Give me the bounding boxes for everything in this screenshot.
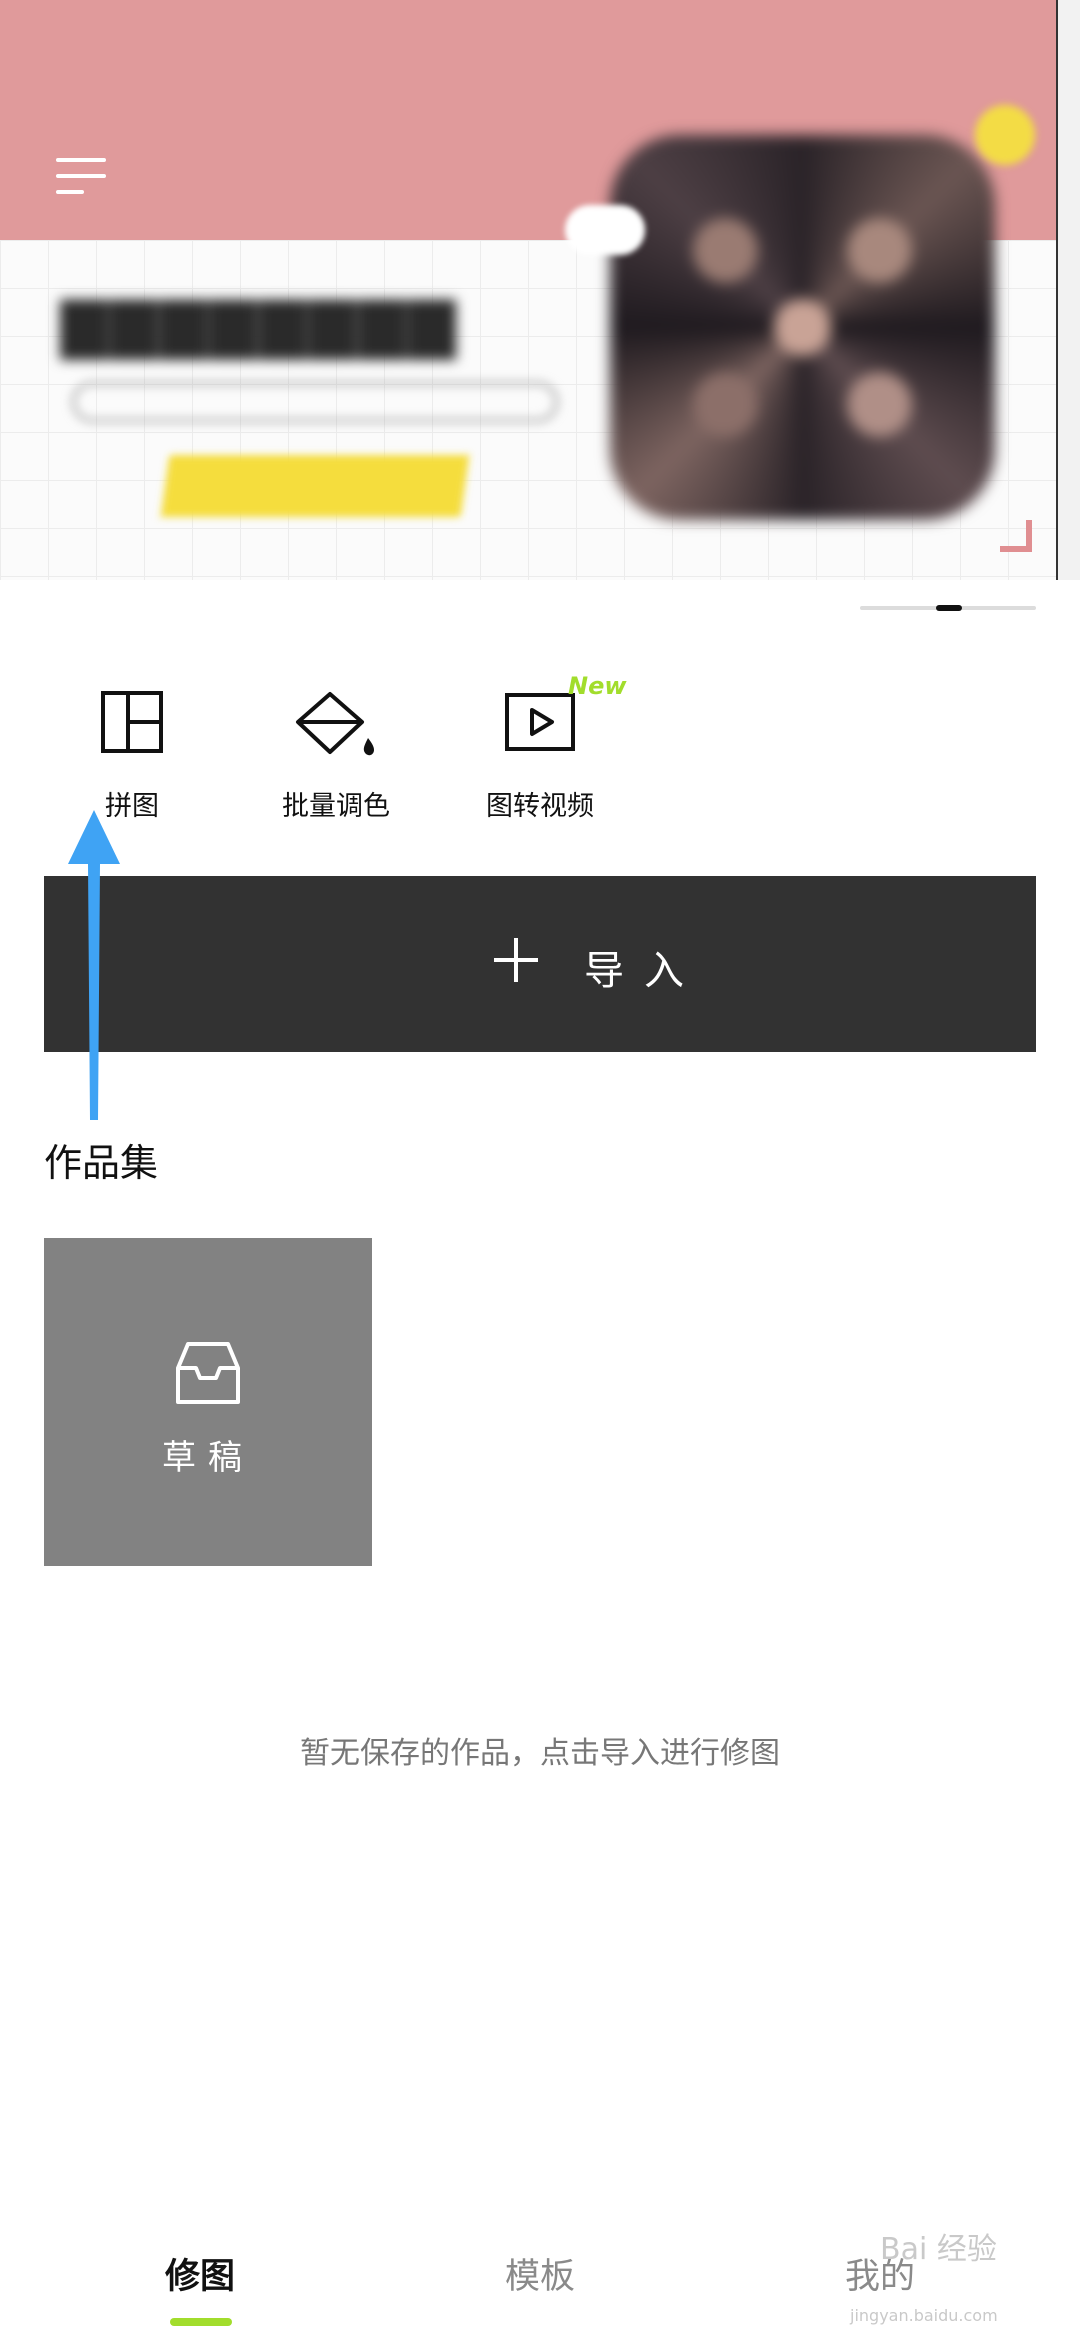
- annotation-arrow-icon: [68, 810, 120, 1120]
- nav-tab-retouch[interactable]: 修图: [100, 2248, 300, 2299]
- tool-collage[interactable]: 拼图: [42, 690, 222, 830]
- paint-bucket-icon: [296, 692, 374, 756]
- new-badge: New: [568, 672, 627, 700]
- banner-sticker: [565, 205, 645, 255]
- banner-corner-mark: [1000, 520, 1032, 552]
- hamburger-menu-icon[interactable]: [56, 152, 106, 196]
- tool-image-to-video[interactable]: 图转视频: [450, 690, 630, 830]
- works-section-title: 作品集: [44, 1141, 159, 1185]
- banner-cta-blurred: [160, 455, 470, 517]
- banner-page-indicator-active: [936, 605, 962, 611]
- banner-edge-strip: [1056, 0, 1080, 580]
- draft-card[interactable]: 草稿: [44, 1238, 372, 1566]
- watermark-url: jingyan.baidu.com: [850, 2306, 998, 2325]
- banner-photo: [610, 135, 995, 520]
- play-video-icon: [505, 693, 575, 751]
- nav-active-indicator: [170, 2318, 232, 2326]
- banner-badge: [975, 105, 1035, 165]
- nav-tab-templates[interactable]: 模板: [440, 2248, 640, 2299]
- banner-page-indicator: [860, 605, 1036, 611]
- banner-headline-blurred: ▇▇▇▇▇▇▇▇: [60, 290, 458, 360]
- import-button-label: 导入: [584, 948, 704, 994]
- inbox-tray-icon: [176, 1342, 240, 1404]
- banner-subtitle-blurred: [72, 382, 558, 422]
- import-button[interactable]: 导入: [44, 876, 1036, 1052]
- tool-image-to-video-label: 图转视频: [486, 791, 594, 822]
- watermark-text: Bai 经验: [880, 2232, 997, 2267]
- draft-label: 草稿: [162, 1438, 254, 1478]
- collage-layout-icon: [101, 691, 163, 753]
- tool-batch-color[interactable]: 批量调色: [246, 690, 426, 830]
- empty-works-message: 暂无保存的作品，点击导入进行修图: [300, 1736, 780, 1771]
- tool-batch-color-label: 批量调色: [282, 791, 390, 822]
- plus-icon: [494, 938, 538, 982]
- promo-banner[interactable]: ▇▇▇▇▇▇▇▇: [0, 0, 1080, 580]
